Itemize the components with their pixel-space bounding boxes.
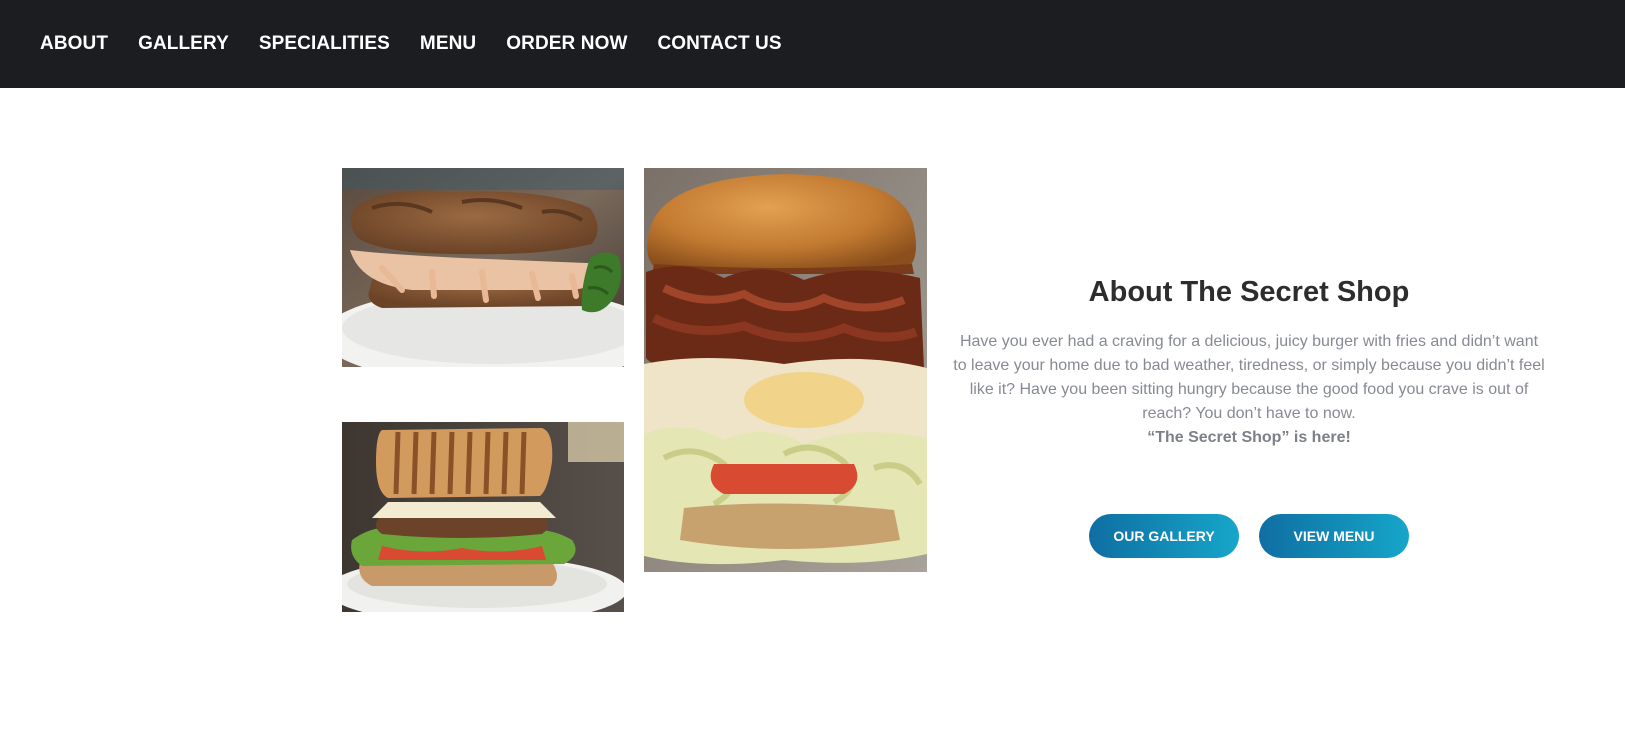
about-buttons: OUR GALLERY VIEW MENU (1089, 514, 1409, 558)
our-gallery-button[interactable]: OUR GALLERY (1089, 514, 1239, 558)
about-tagline: “The Secret Shop” is here! (1147, 429, 1351, 446)
chicken-sandwich-image (342, 168, 624, 367)
top-navbar: ABOUT GALLERY SPECIALITIES MENU ORDER NO… (0, 0, 1625, 88)
bacon-egg-burger-image (644, 168, 927, 572)
about-paragraph: Have you ever had a craving for a delici… (952, 330, 1546, 450)
nav-link-contact-us[interactable]: CONTACT US (657, 33, 781, 55)
nav-link-specialities[interactable]: SPECIALITIES (259, 33, 390, 55)
panini-burger-image (342, 422, 624, 612)
nav-link-about[interactable]: ABOUT (40, 33, 108, 55)
view-menu-button[interactable]: VIEW MENU (1259, 514, 1409, 558)
about-paragraph-text: Have you ever had a craving for a delici… (953, 333, 1545, 422)
nav-link-order-now[interactable]: ORDER NOW (506, 33, 627, 55)
about-title: About The Secret Shop (1088, 276, 1410, 308)
nav-link-menu[interactable]: MENU (420, 33, 476, 55)
about-section: About The Secret Shop Have you ever had … (952, 270, 1546, 450)
nav-link-gallery[interactable]: GALLERY (138, 33, 229, 55)
